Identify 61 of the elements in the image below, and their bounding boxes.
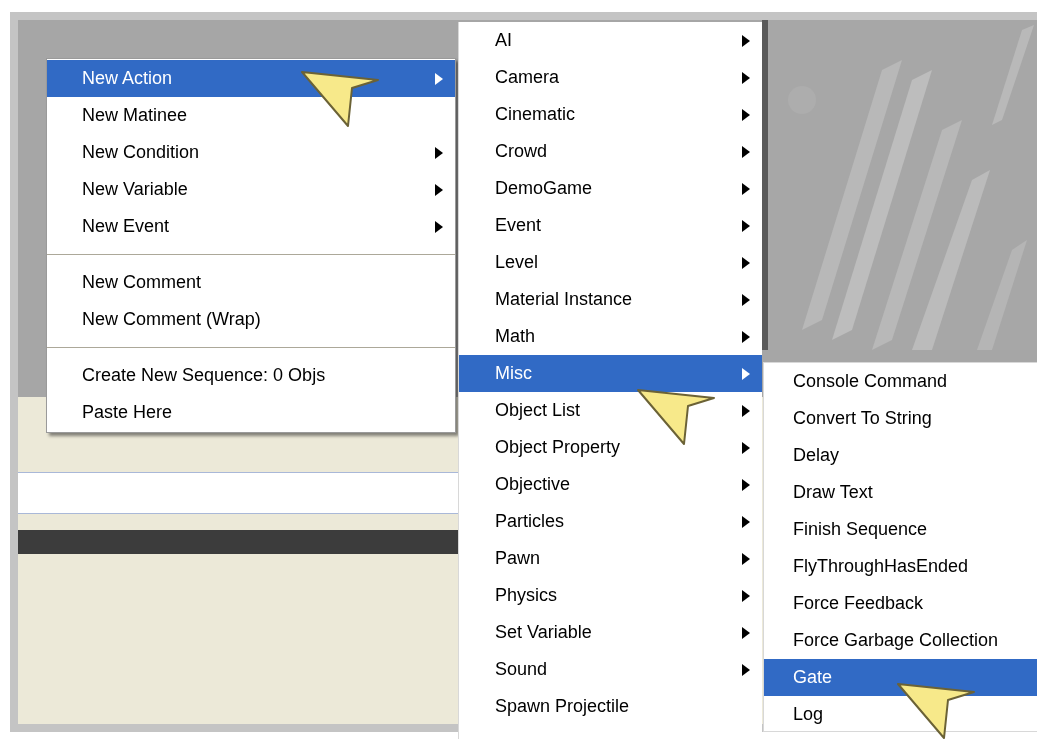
menu-item[interactable]: Misc — [459, 355, 762, 392]
submenu-arrow-icon — [742, 293, 750, 306]
menu-item[interactable]: New Event — [47, 208, 455, 245]
submenu-arrow-icon — [742, 589, 750, 602]
submenu-arrow-icon — [742, 626, 750, 639]
menu-item[interactable]: AI — [459, 22, 762, 59]
submenu-arrow-icon — [742, 367, 750, 380]
menu-item[interactable]: Draw Text — [764, 474, 1037, 511]
submenu-arrow-icon — [742, 441, 750, 454]
submenu-arrow-icon — [435, 146, 443, 159]
menu-item[interactable]: Particles — [459, 503, 762, 540]
submenu-arrow-icon — [742, 663, 750, 676]
submenu-arrow-icon — [742, 219, 750, 232]
submenu-arrow-icon — [742, 478, 750, 491]
menu-item[interactable]: Sound — [459, 651, 762, 688]
menu-item[interactable]: Material Instance — [459, 281, 762, 318]
menu-item[interactable]: Log — [764, 696, 1037, 731]
menu-item[interactable]: Physics — [459, 577, 762, 614]
menu-item[interactable]: Camera — [459, 59, 762, 96]
menu-item[interactable]: Object List — [459, 392, 762, 429]
text-field[interactable] — [18, 472, 458, 514]
submenu-arrow-icon — [742, 552, 750, 565]
menu-item[interactable]: Delay — [764, 437, 1037, 474]
menu-item[interactable]: Set Variable — [459, 614, 762, 651]
menu-item[interactable]: New Condition — [47, 134, 455, 171]
menu-item[interactable]: Console Command — [764, 363, 1037, 400]
menu-item[interactable]: Convert To String — [764, 400, 1037, 437]
submenu-arrow-icon — [435, 220, 443, 233]
submenu-arrow-icon — [435, 183, 443, 196]
menu-item[interactable]: New Comment (Wrap) — [47, 301, 455, 338]
menu-item[interactable]: Crowd — [459, 133, 762, 170]
submenu-arrow-icon — [742, 145, 750, 158]
submenu-arrow-icon — [742, 71, 750, 84]
submenu-arrow-icon — [742, 34, 750, 47]
submenu-arrow-icon — [742, 330, 750, 343]
menu-item[interactable]: Math — [459, 318, 762, 355]
submenu-arrow-icon — [742, 182, 750, 195]
menu-item[interactable]: Create New Sequence: 0 Objs — [47, 357, 455, 394]
menu-item[interactable]: DemoGame — [459, 170, 762, 207]
menu-item[interactable]: Cinematic — [459, 96, 762, 133]
submenu-arrow-icon — [742, 515, 750, 528]
menu-item[interactable]: Force Garbage Collection — [764, 622, 1037, 659]
menu-item[interactable]: Level — [459, 244, 762, 281]
menu-item[interactable]: FlyThroughHasEnded — [764, 548, 1037, 585]
menu-item[interactable]: Objective — [459, 466, 762, 503]
menu-item[interactable]: Pawn — [459, 540, 762, 577]
menu-item[interactable]: New Comment — [47, 264, 455, 301]
menu-item[interactable]: Gate — [764, 659, 1037, 696]
menu-item[interactable]: Event — [459, 207, 762, 244]
menu-item[interactable]: New Variable — [47, 171, 455, 208]
menu-item[interactable]: New Action — [47, 60, 455, 97]
menu-item[interactable]: Paste Here — [47, 394, 455, 431]
submenu-arrow-icon — [742, 108, 750, 121]
submenu-arrow-icon — [435, 72, 443, 85]
menu-item[interactable]: Finish Sequence — [764, 511, 1037, 548]
menu-item[interactable]: New Matinee — [47, 97, 455, 134]
submenu-arrow-icon — [742, 256, 750, 269]
menu-item[interactable]: Force Feedback — [764, 585, 1037, 622]
menu-item[interactable]: Spawn Projectile — [459, 688, 762, 725]
submenu-arrow-icon — [742, 404, 750, 417]
menu-item[interactable]: Object Property — [459, 429, 762, 466]
